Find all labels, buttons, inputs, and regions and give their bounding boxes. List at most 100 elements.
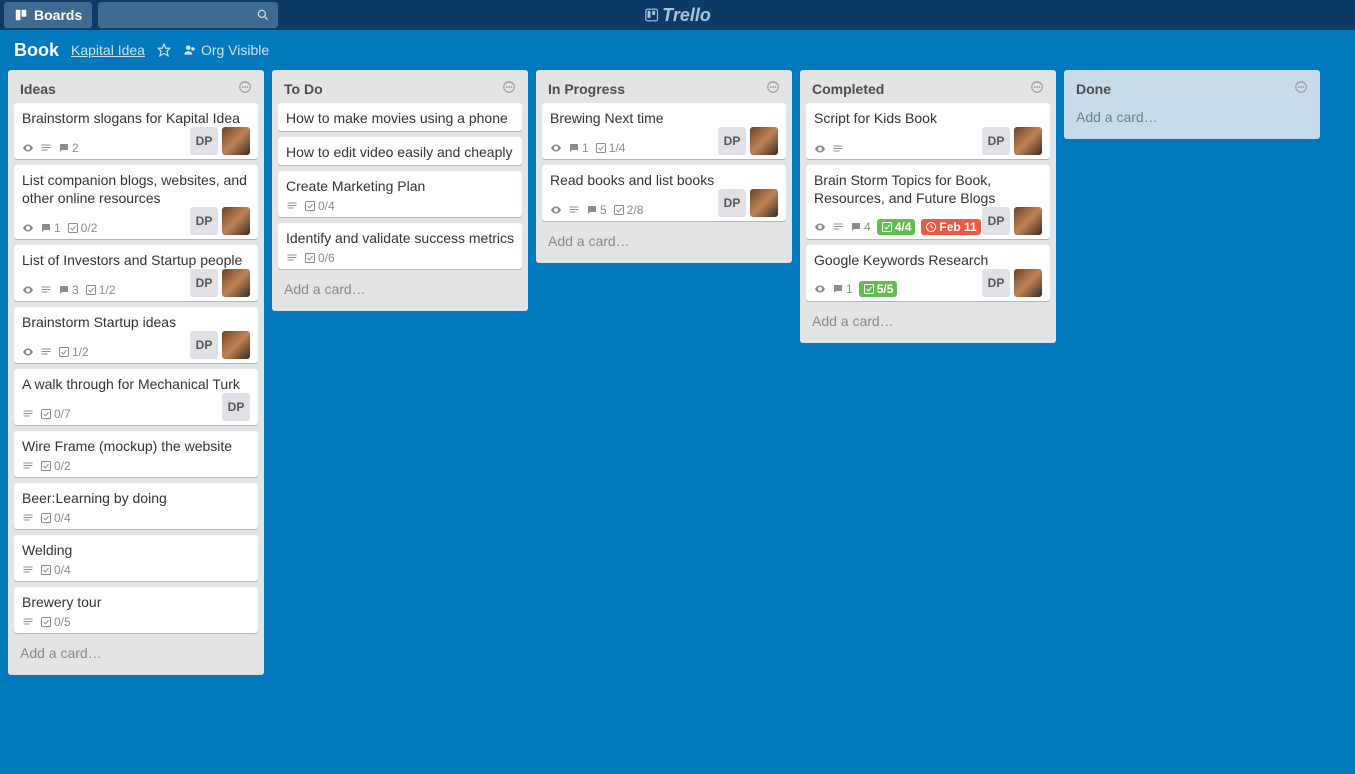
member-avatar[interactable] (1014, 207, 1042, 235)
list-title[interactable]: In Progress (548, 81, 625, 97)
list-title[interactable]: Done (1076, 81, 1111, 97)
member-initials[interactable]: DP (982, 127, 1010, 155)
card-title: Brewing Next time (550, 109, 778, 127)
add-card-button[interactable]: Add a card… (14, 639, 258, 667)
list-menu-button[interactable] (1030, 80, 1044, 97)
list-menu-button[interactable] (502, 80, 516, 97)
boardbar: Book Kapital Idea Org Visible (0, 30, 1355, 70)
card[interactable]: List companion blogs, websites, and othe… (14, 165, 258, 239)
comments-badge: 1 (832, 282, 853, 296)
card[interactable]: Brainstorm Startup ideas 1/2 DP (14, 307, 258, 363)
card-members: DP (190, 331, 250, 359)
card-badges: 15/5 (814, 281, 897, 297)
checklist-badge: 0/5 (40, 615, 71, 629)
description-icon (286, 200, 298, 212)
member-initials[interactable]: DP (982, 269, 1010, 297)
card[interactable]: Read books and list books 52/8 DP (542, 165, 786, 221)
description-icon (832, 221, 844, 233)
description-icon (40, 346, 52, 358)
list-title[interactable]: To Do (284, 81, 323, 97)
member-initials[interactable]: DP (982, 207, 1010, 235)
description-icon (22, 460, 34, 472)
member-avatar[interactable] (222, 127, 250, 155)
watch-icon (550, 204, 562, 216)
member-avatar[interactable] (222, 269, 250, 297)
card-members: DP (982, 127, 1042, 155)
watch-icon (22, 222, 34, 234)
card-badges: 0/5 (22, 615, 71, 629)
logo-text: Trello (662, 5, 711, 26)
card[interactable]: Welding 0/4 (14, 535, 258, 581)
checklist-badge: 0/4 (304, 199, 335, 213)
add-card-button[interactable]: Add a card… (806, 307, 1050, 335)
add-card-button[interactable]: Add a card… (278, 275, 522, 303)
watch-icon (814, 283, 826, 295)
member-avatar[interactable] (222, 331, 250, 359)
member-avatar[interactable] (1014, 269, 1042, 297)
card[interactable]: Script for Kids Book DP (806, 103, 1050, 159)
search-input[interactable] (98, 2, 278, 28)
card[interactable]: How to make movies using a phone (278, 103, 522, 131)
star-button[interactable] (157, 43, 171, 57)
visibility-label: Org Visible (201, 42, 269, 58)
list-menu-button[interactable] (1294, 80, 1308, 97)
card-title: A walk through for Mechanical Turk (22, 375, 250, 393)
board-team-link[interactable]: Kapital Idea (71, 42, 145, 58)
card[interactable]: Brainstorm slogans for Kapital Idea 2 DP (14, 103, 258, 159)
list-title[interactable]: Completed (812, 81, 884, 97)
checklist-badge: 1/2 (85, 283, 116, 297)
watch-icon (550, 142, 562, 154)
member-initials[interactable]: DP (190, 269, 218, 297)
card-members: DP (190, 269, 250, 297)
card[interactable]: Beer:Learning by doing 0/4 (14, 483, 258, 529)
list-header: Ideas (14, 76, 258, 103)
member-initials[interactable]: DP (190, 127, 218, 155)
due-badge: Feb 11 (921, 219, 980, 235)
add-card-button[interactable]: Add a card… (1070, 103, 1314, 131)
member-initials[interactable]: DP (222, 393, 250, 421)
list-menu-button[interactable] (766, 80, 780, 97)
card[interactable]: How to edit video easily and cheaply (278, 137, 522, 165)
member-avatar[interactable] (1014, 127, 1042, 155)
watch-icon (22, 142, 34, 154)
card[interactable]: List of Investors and Startup people 31/… (14, 245, 258, 301)
list: Done Add a card… (1064, 70, 1320, 139)
card-members: DP (718, 127, 778, 155)
member-avatar[interactable] (222, 207, 250, 235)
list-header: In Progress (542, 76, 786, 103)
trello-logo[interactable]: Trello (644, 5, 711, 26)
boards-button[interactable]: Boards (4, 2, 92, 28)
card-title: Create Marketing Plan (286, 177, 514, 195)
member-initials[interactable]: DP (718, 127, 746, 155)
star-icon (157, 43, 171, 57)
card-badges: 44/4Feb 11 (814, 219, 981, 235)
checklist-badge: 0/7 (40, 407, 71, 421)
card[interactable]: Identify and validate success metrics 0/… (278, 223, 522, 269)
member-initials[interactable]: DP (190, 331, 218, 359)
board-title[interactable]: Book (14, 40, 59, 61)
card-badges: 0/7 (22, 407, 71, 421)
visibility-button[interactable]: Org Visible (183, 42, 269, 58)
topbar: Boards Trello (0, 0, 1355, 30)
lists-container: Ideas Brainstorm slogans for Kapital Ide… (0, 70, 1355, 675)
card[interactable]: Create Marketing Plan 0/4 (278, 171, 522, 217)
add-card-button[interactable]: Add a card… (542, 227, 786, 255)
card[interactable]: Brain Storm Topics for Book, Resources, … (806, 165, 1050, 239)
watch-icon (22, 346, 34, 358)
card-title: Wire Frame (mockup) the website (22, 437, 250, 455)
list: In Progress Brewing Next time 11/4 DP Re… (536, 70, 792, 263)
description-icon (832, 143, 844, 155)
card-members: DP (982, 207, 1042, 235)
checklist-badge: 0/2 (67, 221, 98, 235)
member-initials[interactable]: DP (718, 189, 746, 217)
card[interactable]: Brewing Next time 11/4 DP (542, 103, 786, 159)
list-menu-button[interactable] (238, 80, 252, 97)
member-avatar[interactable] (750, 127, 778, 155)
member-initials[interactable]: DP (190, 207, 218, 235)
list-title[interactable]: Ideas (20, 81, 56, 97)
card[interactable]: Brewery tour 0/5 (14, 587, 258, 633)
card[interactable]: Google Keywords Research 15/5 DP (806, 245, 1050, 301)
card[interactable]: A walk through for Mechanical Turk 0/7 D… (14, 369, 258, 425)
card[interactable]: Wire Frame (mockup) the website 0/2 (14, 431, 258, 477)
member-avatar[interactable] (750, 189, 778, 217)
